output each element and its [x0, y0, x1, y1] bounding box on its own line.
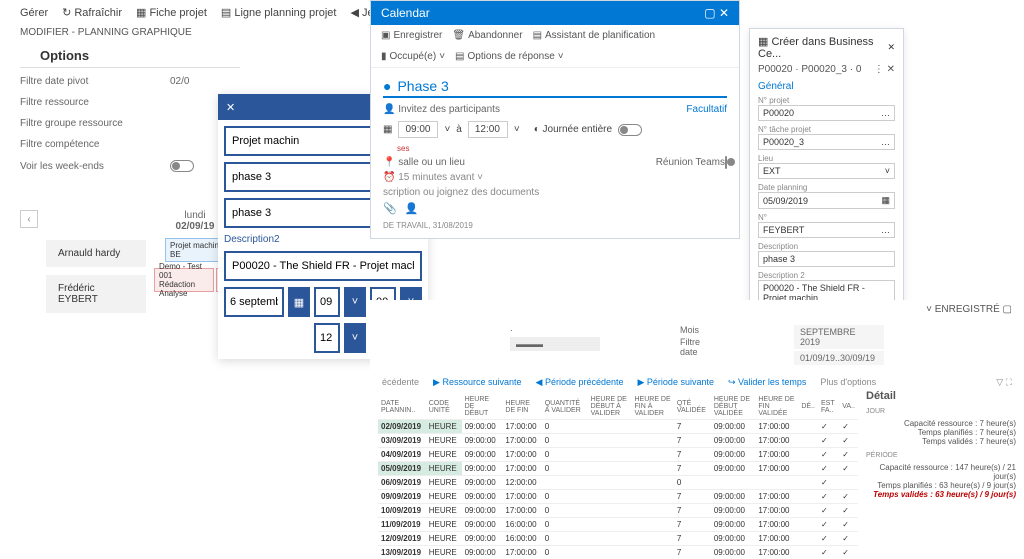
- project-select[interactable]: [226, 135, 394, 147]
- bc-date-val[interactable]: 05/09/2019: [763, 196, 808, 206]
- filter-pivot-label: Filtre date pivot: [20, 76, 140, 87]
- reminder-select[interactable]: 15 minutes avant: [398, 172, 474, 183]
- filter-group-label: Filtre groupe ressource: [20, 118, 140, 129]
- teams-toggle[interactable]: [725, 156, 727, 169]
- calendar-title: Calendar: [381, 6, 430, 20]
- desc-area[interactable]: scription ou joignez des documents: [383, 187, 727, 198]
- ts-prev-res[interactable]: écédente: [382, 377, 419, 388]
- modal-close-icon[interactable]: ✕: [226, 101, 235, 114]
- filter-weekends-label: Voir les week-ends: [20, 161, 140, 172]
- bc-project-val[interactable]: P00020: [763, 108, 794, 118]
- bc-num-val[interactable]: FEYBERT: [763, 225, 804, 235]
- bc-title: ▦ Créer dans Business Ce...: [758, 35, 887, 60]
- busy-btn[interactable]: ▮ Occupé(e) ˅: [381, 51, 445, 62]
- person-eybert[interactable]: Frédéric EYBERT: [46, 275, 146, 313]
- ts-detail-panel: Détail JOUR Capacité ressource : 7 heure…: [866, 390, 1016, 499]
- desc-input[interactable]: [226, 260, 420, 272]
- weekends-toggle[interactable]: [170, 160, 194, 172]
- minimize-icon[interactable]: ▢: [704, 6, 715, 20]
- task-chip-projet[interactable]: Projet machin BE: [165, 238, 225, 262]
- subject-input[interactable]: Phase 3: [397, 78, 448, 94]
- ts-more-btn[interactable]: Plus d'options: [820, 377, 876, 388]
- table-row[interactable]: 09/09/2019HEURE09:00:0017:00:000709:00:0…: [378, 490, 858, 504]
- attach-icon-2[interactable]: 👤: [405, 202, 419, 215]
- task-chip-demo[interactable]: Demo - Test 001 Rédaction Analyse: [154, 268, 214, 292]
- location-input[interactable]: salle ou un lieu: [398, 157, 465, 168]
- bc-section-general: Général: [758, 81, 895, 92]
- bc-task-val[interactable]: P00020_3: [763, 137, 804, 147]
- ts-res-val[interactable]: ▬▬▬: [510, 337, 600, 351]
- ts-filter-val[interactable]: 01/09/19..30/09/19: [794, 351, 884, 365]
- bc-close-icon[interactable]: ✕: [887, 42, 895, 53]
- hour-dd-icon[interactable]: ˅: [344, 287, 366, 317]
- ts-prev-per[interactable]: ◀ Période précédente: [536, 377, 624, 388]
- save-btn[interactable]: ▣ Enregistrer: [381, 30, 442, 41]
- end-hour-dd-icon[interactable]: ˅: [344, 323, 366, 353]
- invite-label[interactable]: Invitez des participants: [398, 104, 500, 115]
- bc-desc-val[interactable]: phase 3: [763, 254, 795, 264]
- table-row[interactable]: 04/09/2019HEURE09:00:0017:00:000709:00:0…: [378, 448, 858, 462]
- sched-btn[interactable]: ▤ Assistant de planification: [533, 30, 656, 41]
- manage-btn[interactable]: Gérer: [20, 6, 48, 19]
- attach-icon[interactable]: 📎: [383, 202, 397, 215]
- warn-text: ses: [397, 144, 727, 153]
- refresh-btn[interactable]: ↻ Rafraîchir: [62, 6, 122, 19]
- table-row[interactable]: 12/09/2019HEURE09:00:0016:00:000709:00:0…: [378, 532, 858, 546]
- table-row[interactable]: 03/09/2019HEURE09:00:0017:00:000709:00:0…: [378, 434, 858, 448]
- start-time-box[interactable]: 09:00: [398, 121, 438, 138]
- filter-competence-label: Filtre compétence: [20, 139, 140, 150]
- start-hour[interactable]: [316, 296, 338, 308]
- optional-link[interactable]: Facultatif: [686, 104, 727, 115]
- end-hour[interactable]: [316, 332, 338, 344]
- ts-next-res[interactable]: ▶ Ressource suivante: [433, 377, 521, 388]
- calendar-icon[interactable]: ▦: [288, 287, 310, 317]
- timesheet-grid: DATE PLANNIN..CODE UNITÉHEURE DE DÉBUTHE…: [370, 394, 866, 559]
- day-column: lundi 02/09/19: [176, 210, 215, 232]
- planning-line-btn[interactable]: ▤ Ligne planning projet: [221, 6, 337, 19]
- business-central-panel: ▦ Créer dans Business Ce...✕ P00020 · P0…: [749, 28, 904, 346]
- filter-resource-label: Filtre ressource: [20, 97, 140, 108]
- table-row[interactable]: 06/09/2019HEURE09:00:0012:00:000✓: [378, 476, 858, 490]
- table-row[interactable]: 10/09/2019HEURE09:00:0017:00:000709:00:0…: [378, 504, 858, 518]
- table-row[interactable]: 05/09/2019HEURE09:00:0017:00:000709:00:0…: [378, 462, 858, 476]
- options-header: Options: [20, 44, 240, 68]
- response-btn[interactable]: ▤ Options de réponse ˅: [455, 51, 564, 62]
- table-row[interactable]: 11/09/2019HEURE09:00:0016:00:000709:00:0…: [378, 518, 858, 532]
- allday-toggle[interactable]: [618, 124, 642, 136]
- bc-lieu-val[interactable]: EXT: [763, 166, 781, 176]
- timesheet-block: ˅ ENREGISTRÉ ▢ ·▬▬▬ MoisFiltre date SEPT…: [370, 300, 1024, 559]
- workday-label: DE TRAVAIL, 31/08/2019: [383, 221, 727, 230]
- cal-date-icon[interactable]: ▦: [383, 124, 392, 135]
- ts-next-per[interactable]: ▶ Période suivante: [638, 377, 714, 388]
- table-row[interactable]: 02/09/2019HEURE09:00:0017:00:000709:00:0…: [378, 420, 858, 434]
- ts-filter-icon[interactable]: ▽ ⛶: [996, 377, 1012, 388]
- project-sheet-btn[interactable]: ▦ Fiche projet: [136, 6, 207, 19]
- close-icon[interactable]: ✕: [719, 6, 729, 20]
- table-row[interactable]: 13/09/2019HEURE09:00:0017:00:000709:00:0…: [378, 546, 858, 559]
- ts-month-val[interactable]: SEPTEMBRE 2019: [794, 325, 884, 349]
- prev-day-btn[interactable]: ‹: [20, 210, 38, 228]
- calendar-window: Calendar ▢ ✕ ▣ Enregistrer 🗑 Abandonner ▤…: [370, 0, 740, 239]
- saved-indicator: ENREGISTRÉ: [935, 304, 1000, 315]
- end-time-box[interactable]: 12:00: [468, 121, 508, 138]
- date-input[interactable]: [226, 296, 282, 308]
- planning-block: ‹ Arnauld hardy Frédéric EYBERT lundi 02…: [20, 210, 236, 313]
- phase-select[interactable]: [226, 171, 394, 183]
- person-hardy[interactable]: Arnauld hardy: [46, 240, 146, 267]
- ts-valid-btn[interactable]: ↪ Valider les temps: [728, 377, 806, 388]
- discard-btn[interactable]: 🗑 Abandonner: [452, 30, 522, 41]
- bc-breadcrumb: P00020 · P00020_3 · 0: [758, 64, 861, 75]
- filter-pivot-value[interactable]: 02/0: [170, 76, 189, 87]
